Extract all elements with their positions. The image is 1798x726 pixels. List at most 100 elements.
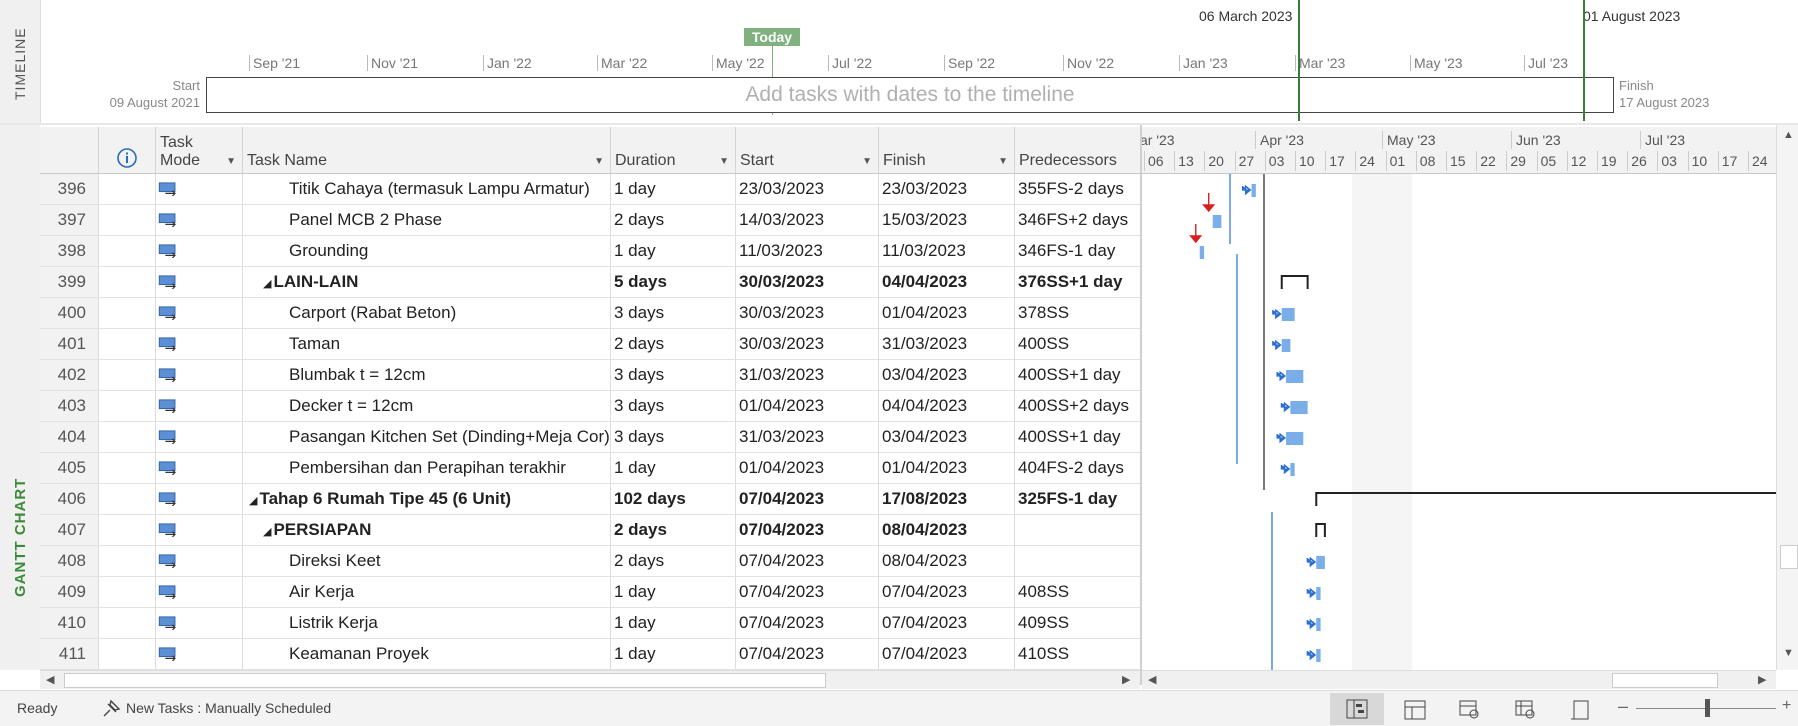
row-finish[interactable]: 07/04/2023 [879,608,1015,638]
gantt-chart-area[interactable] [1142,174,1776,670]
row-start[interactable]: 07/04/2023 [736,639,879,669]
row-task-name[interactable]: ◢ LAIN-LAIN [243,267,611,297]
row-finish[interactable]: 03/04/2023 [879,360,1015,390]
row-id[interactable]: 400 [40,298,99,328]
row-duration[interactable]: 3 days [611,391,736,421]
row-finish[interactable]: 04/04/2023 [879,391,1015,421]
row-id[interactable]: 409 [40,577,99,607]
scroll-left-icon[interactable]: ◀ [1148,673,1156,686]
new-tasks-mode[interactable]: New Tasks : Manually Scheduled [126,700,331,716]
scroll-right-icon[interactable]: ▶ [1122,673,1130,686]
row-duration[interactable]: 2 days [611,205,736,235]
table-row[interactable]: 403 Decker t = 12cm 3 days 01/04/2023 04/04/… [40,391,1140,422]
row-task-mode[interactable] [156,360,243,390]
timeline-side-tab[interactable]: TIMELINE [0,0,41,123]
row-id[interactable]: 398 [40,236,99,266]
timeline-pane[interactable]: TIMELINE 06 March 2023 01 August 2023 Se… [0,0,1798,123]
row-duration[interactable]: 3 days [611,422,736,452]
start-column-header[interactable]: Start ▼ [736,127,879,173]
team-planner-icon[interactable] [1459,700,1481,720]
row-predecessors[interactable]: 346FS+2 days [1015,205,1140,235]
task-mode-column-header[interactable]: Task Mode ▼ [156,127,243,173]
row-task-name[interactable]: Taman [243,329,611,359]
row-task-mode[interactable] [156,391,243,421]
table-row[interactable]: 398 Grounding 1 day 11/03/2023 11/03/2023 346… [40,236,1140,267]
row-id[interactable]: 405 [40,453,99,483]
row-task-mode[interactable] [156,546,243,576]
scroll-left-icon[interactable]: ◀ [46,673,54,686]
row-finish[interactable]: 15/03/2023 [879,205,1015,235]
collapse-triangle-icon[interactable]: ◢ [263,526,271,538]
row-start[interactable]: 01/04/2023 [736,391,879,421]
row-start[interactable]: 07/04/2023 [736,577,879,607]
row-id[interactable]: 406 [40,484,99,514]
gantt-timescale[interactable]: ar '23 Apr '23 May '23 Jun '23 Jul '23 06 13 20… [1142,127,1776,174]
scrollbar-thumb[interactable] [1780,545,1798,569]
row-start[interactable]: 30/03/2023 [736,298,879,328]
row-id[interactable]: 396 [40,174,99,204]
table-row[interactable]: 400 Carport (Rabat Beton) 3 days 30/03/2023… [40,298,1140,329]
row-predecessors[interactable]: 410SS [1015,639,1140,669]
row-start[interactable]: 01/04/2023 [736,453,879,483]
row-finish[interactable]: 07/04/2023 [879,639,1015,669]
row-id[interactable]: 410 [40,608,99,638]
row-duration[interactable]: 5 days [611,267,736,297]
row-predecessors[interactable]: 378SS [1015,298,1140,328]
row-duration[interactable]: 2 days [611,329,736,359]
row-start[interactable]: 07/04/2023 [736,484,879,514]
row-id[interactable]: 407 [40,515,99,545]
table-horizontal-scrollbar[interactable]: ◀ ▶ [40,670,1140,689]
row-predecessors[interactable]: 400SS [1015,329,1140,359]
row-predecessors[interactable]: 400SS+2 days [1015,391,1140,421]
row-start[interactable]: 30/03/2023 [736,329,879,359]
table-row[interactable]: 401 Taman 2 days 30/03/2023 31/03/2023 400SS [40,329,1140,360]
row-finish[interactable]: 01/04/2023 [879,453,1015,483]
table-row[interactable]: 408 Direksi Keet 2 days 07/04/2023 08/04/202… [40,546,1140,577]
row-predecessors[interactable]: 325FS-1 day [1015,484,1140,514]
row-finish[interactable]: 03/04/2023 [879,422,1015,452]
row-task-name[interactable]: Panel MCB 2 Phase [243,205,611,235]
row-duration[interactable]: 3 days [611,360,736,390]
row-task-mode[interactable] [156,453,243,483]
row-id[interactable]: 401 [40,329,99,359]
row-task-mode[interactable] [156,205,243,235]
row-duration[interactable]: 1 day [611,453,736,483]
row-predecessors[interactable]: 409SS [1015,608,1140,638]
gantt-horizontal-scrollbar[interactable]: ◀ ▶ [1142,670,1776,689]
row-task-name[interactable]: Decker t = 12cm [243,391,611,421]
zoom-slider-thumb[interactable] [1705,699,1710,717]
row-task-mode[interactable] [156,639,243,669]
row-finish[interactable]: 08/04/2023 [879,515,1015,545]
row-task-mode[interactable] [156,174,243,204]
row-start[interactable]: 31/03/2023 [736,422,879,452]
table-row[interactable]: 404 Pasangan Kitchen Set (Dinding+Meja Co… [40,422,1140,453]
row-task-name[interactable]: Listrik Kerja [243,608,611,638]
row-task-name[interactable]: Carport (Rabat Beton) [243,298,611,328]
row-id[interactable]: 411 [40,639,99,669]
task-name-column-header[interactable]: Task Name ▼ [243,127,611,173]
vertical-scrollbar[interactable]: ▲ ▼ [1776,125,1798,670]
row-finish[interactable]: 17/08/2023 [879,484,1015,514]
scrollbar-thumb[interactable] [1612,673,1718,688]
row-start[interactable]: 31/03/2023 [736,360,879,390]
row-task-name[interactable]: Pasangan Kitchen Set (Dinding+Meja Cor) [243,422,611,452]
task-usage-icon[interactable] [1404,700,1426,720]
row-task-mode[interactable] [156,236,243,266]
row-predecessors[interactable] [1015,546,1140,576]
row-predecessors[interactable]: 408SS [1015,577,1140,607]
table-row[interactable]: 397 Panel MCB 2 Phase 2 days 14/03/2023 15/0… [40,205,1140,236]
row-finish[interactable]: 23/03/2023 [879,174,1015,204]
row-duration[interactable]: 2 days [611,546,736,576]
row-predecessors[interactable]: 400SS+1 day [1015,360,1140,390]
row-duration[interactable]: 1 day [611,608,736,638]
row-id[interactable]: 402 [40,360,99,390]
row-duration[interactable]: 102 days [611,484,736,514]
table-row[interactable]: 411 Keamanan Proyek 1 day 07/04/2023 07/04/2… [40,639,1140,670]
collapse-triangle-icon[interactable]: ◢ [263,278,271,290]
row-finish[interactable]: 08/04/2023 [879,546,1015,576]
row-id[interactable]: 403 [40,391,99,421]
row-finish[interactable]: 04/04/2023 [879,267,1015,297]
row-predecessors[interactable]: 355FS-2 days [1015,174,1140,204]
indicators-column-header[interactable] [99,127,156,173]
row-predecessors[interactable]: 346FS-1 day [1015,236,1140,266]
